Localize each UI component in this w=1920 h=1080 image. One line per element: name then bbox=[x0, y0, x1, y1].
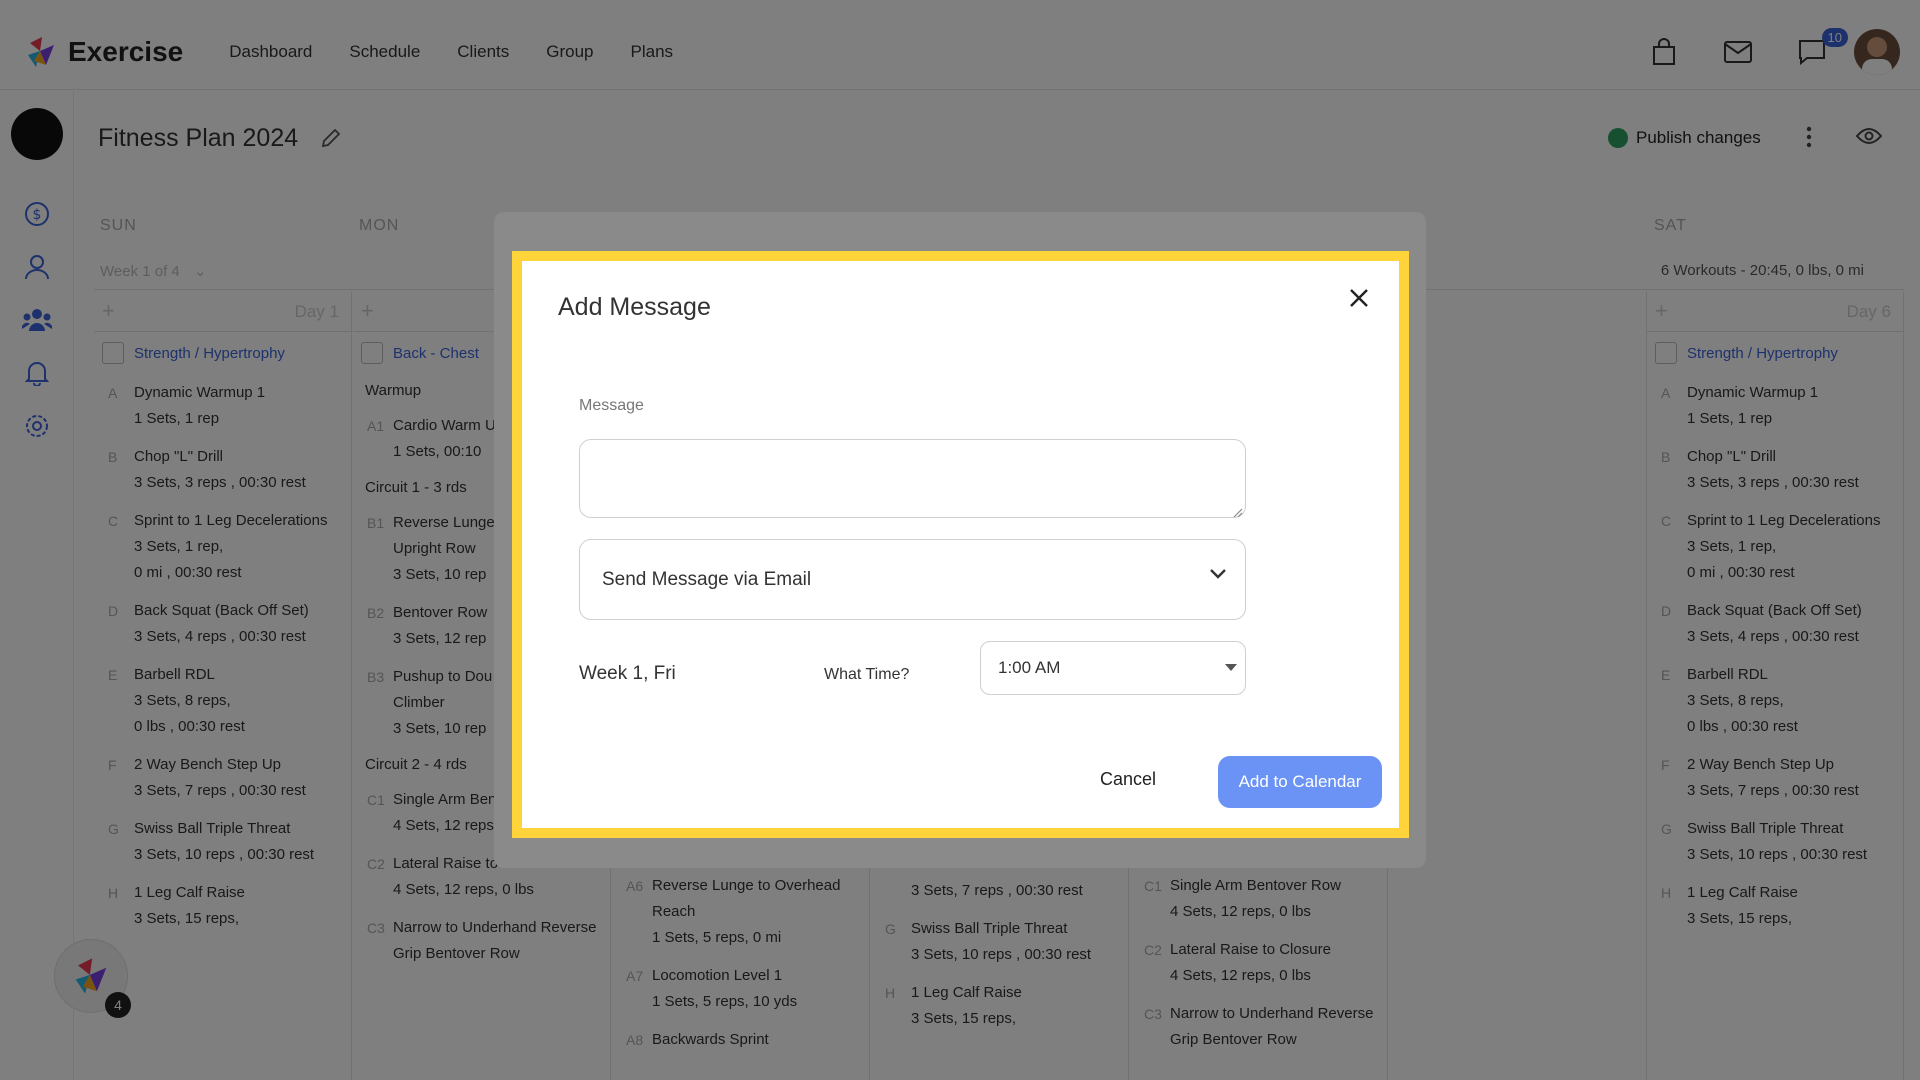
add-to-calendar-button[interactable]: Add to Calendar bbox=[1218, 756, 1382, 808]
message-label: Message bbox=[579, 397, 644, 414]
dialog-title: Add Message bbox=[558, 293, 711, 321]
week-day-label: Week 1, Fri bbox=[579, 663, 676, 684]
message-textarea[interactable] bbox=[579, 439, 1246, 518]
cancel-button[interactable]: Cancel bbox=[1100, 769, 1156, 790]
time-select[interactable]: 1:00 AM bbox=[980, 641, 1246, 695]
time-question-label: What Time? bbox=[824, 666, 910, 683]
add-message-dialog: Add Message Message Send Message via Ema… bbox=[512, 251, 1409, 838]
send-via-select[interactable]: Send Message via Email bbox=[579, 539, 1246, 620]
chevron-down-icon bbox=[1210, 569, 1226, 579]
close-icon[interactable] bbox=[1344, 283, 1374, 313]
time-value: 1:00 AM bbox=[998, 658, 1061, 677]
caret-down-icon bbox=[1225, 664, 1237, 671]
resize-grip-icon[interactable] bbox=[1233, 505, 1243, 523]
send-via-value: Send Message via Email bbox=[602, 568, 812, 590]
